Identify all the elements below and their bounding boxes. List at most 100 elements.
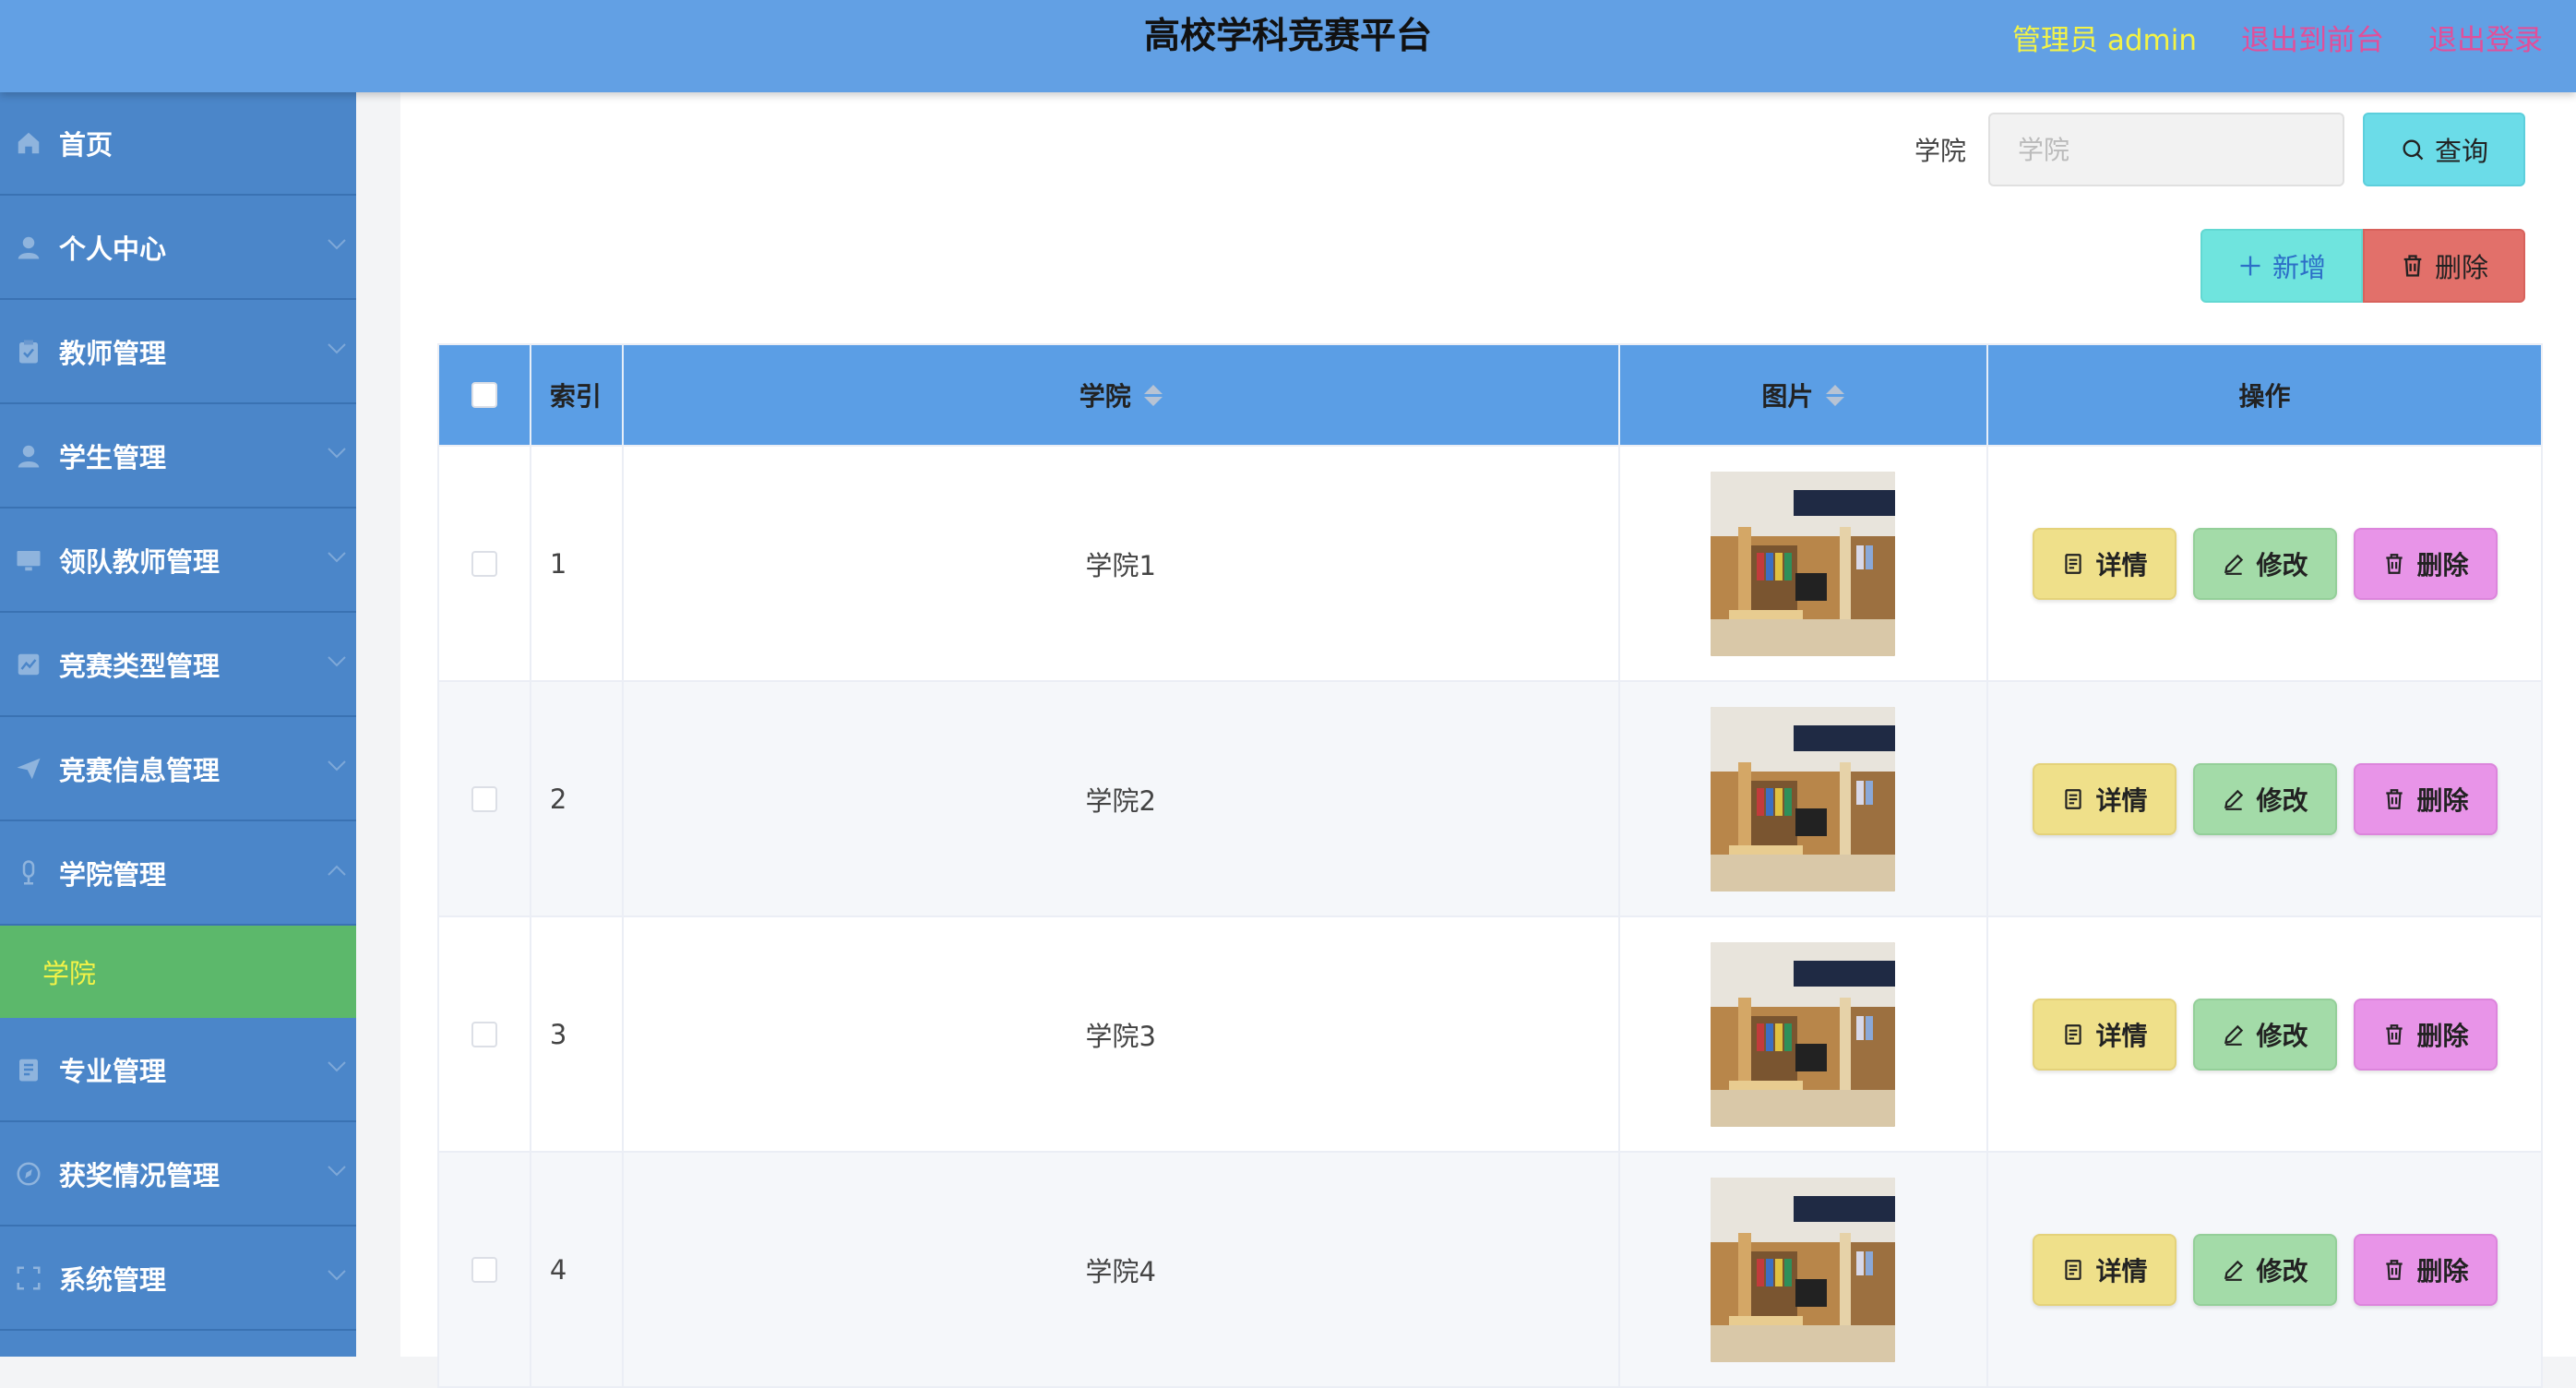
table-row: 3 学院3 详情 修改 删除 <box>439 915 2541 1151</box>
chevron-down-icon <box>328 1269 346 1280</box>
sidebar-item-home[interactable]: 首页 <box>0 92 356 196</box>
detail-button[interactable]: 详情 <box>2032 998 2176 1071</box>
trash-icon <box>2385 1023 2403 1045</box>
chevron-down-icon <box>328 238 346 249</box>
sort-icon[interactable] <box>1143 384 1163 406</box>
detail-button[interactable]: 详情 <box>2032 1233 2176 1306</box>
row-ops: 详情 修改 删除 <box>1988 1153 2541 1386</box>
edit-button[interactable]: 修改 <box>2192 527 2337 600</box>
search-icon <box>2403 139 2424 161</box>
chevron-down-icon <box>328 655 346 666</box>
delete-button[interactable]: 删除 <box>2353 762 2498 835</box>
college-image[interactable] <box>1711 941 1896 1127</box>
sidebar-item-label: 首页 <box>59 129 113 161</box>
row-ops: 详情 修改 删除 <box>1988 447 2541 680</box>
row-college: 学院2 <box>624 682 1620 915</box>
document-icon <box>2064 1023 2081 1045</box>
sidebar-item-label: 教师管理 <box>59 337 167 369</box>
search-label: 学院 <box>1914 136 1966 166</box>
document-icon <box>2064 1259 2081 1280</box>
delete-button[interactable]: 删除 <box>2353 998 2498 1071</box>
delete-button-label: 删除 <box>2416 784 2469 816</box>
detail-button[interactable]: 详情 <box>2032 762 2176 835</box>
sidebar-item-label: 学生管理 <box>59 441 167 473</box>
sidebar-item-system[interactable]: 系统管理 <box>0 1226 356 1331</box>
detail-button-label: 详情 <box>2095 549 2148 580</box>
row-index: 1 <box>531 447 624 680</box>
table-header: 索引 学院 图片 操作 <box>439 345 2541 445</box>
sidebar-item-colleges[interactable]: 学院管理 <box>0 821 356 926</box>
edit-button[interactable]: 修改 <box>2192 762 2337 835</box>
row-index: 3 <box>531 917 624 1151</box>
edit-button[interactable]: 修改 <box>2192 998 2337 1071</box>
edit-button-label: 修改 <box>2256 1020 2308 1051</box>
pencil-icon <box>2224 1260 2243 1281</box>
sidebar-item-label: 专业管理 <box>59 1055 167 1087</box>
college-image[interactable] <box>1711 1177 1896 1362</box>
sidebar-item-personal[interactable]: 个人中心 <box>0 196 356 300</box>
delete-button-label: 删除 <box>2416 549 2469 580</box>
detail-button[interactable]: 详情 <box>2032 527 2176 600</box>
sidebar-item-teachers[interactable]: 教师管理 <box>0 300 356 404</box>
sidebar-subitem-college[interactable]: 学院 <box>0 926 356 1018</box>
header-image[interactable]: 图片 <box>1620 345 1989 445</box>
row-checkbox[interactable] <box>471 550 497 577</box>
search-bar: 学院 查询 <box>1914 113 2525 186</box>
pencil-icon <box>2224 1024 2243 1046</box>
sort-icon[interactable] <box>1826 384 1845 406</box>
row-index: 2 <box>531 682 624 915</box>
chevron-down-icon <box>328 760 346 771</box>
sidebar-item-competition-types[interactable]: 竞赛类型管理 <box>0 613 356 717</box>
pencil-icon <box>2224 554 2243 575</box>
sidebar-item-competition-info[interactable]: 竞赛信息管理 <box>0 717 356 821</box>
home-icon <box>15 129 42 157</box>
trash-icon <box>2385 553 2403 574</box>
header-college-label: 学院 <box>1079 381 1131 412</box>
sidebar-item-majors[interactable]: 专业管理 <box>0 1018 356 1122</box>
header-college[interactable]: 学院 <box>624 345 1620 445</box>
sidebar-item-label: 学院管理 <box>59 858 167 891</box>
detail-button-label: 详情 <box>2095 1020 2148 1051</box>
row-checkbox-cell <box>439 917 531 1151</box>
table-row: 2 学院2 详情 修改 删除 <box>439 680 2541 915</box>
admin-label: 管理员 admin <box>2012 23 2197 57</box>
detail-button-label: 详情 <box>2095 1255 2148 1286</box>
college-image[interactable] <box>1711 471 1896 656</box>
batch-delete-button[interactable]: 删除 <box>2363 229 2525 303</box>
logout-link[interactable]: 退出登录 <box>2428 17 2543 58</box>
edit-button-label: 修改 <box>2256 1255 2308 1286</box>
college-search-input[interactable] <box>1988 113 2344 186</box>
batch-delete-button-label: 删除 <box>2434 252 2488 283</box>
row-image-cell <box>1620 447 1989 680</box>
edit-button[interactable]: 修改 <box>2192 1233 2337 1306</box>
select-all-checkbox[interactable] <box>471 382 497 408</box>
college-image[interactable] <box>1711 706 1896 891</box>
row-checkbox[interactable] <box>471 1256 497 1283</box>
add-button[interactable]: 新增 <box>2200 229 2363 303</box>
sidebar-item-awards[interactable]: 获奖情况管理 <box>0 1122 356 1226</box>
row-checkbox[interactable] <box>471 785 497 812</box>
row-index: 4 <box>531 1153 624 1386</box>
header-checkbox-cell <box>439 345 531 445</box>
edit-button-label: 修改 <box>2256 784 2308 816</box>
pencil-icon <box>2224 789 2243 810</box>
detail-button-label: 详情 <box>2095 784 2148 816</box>
plus-icon <box>2240 256 2260 276</box>
sidebar-item-label: 获奖情况管理 <box>59 1159 221 1191</box>
query-button[interactable]: 查询 <box>2363 113 2525 186</box>
trash-icon <box>2385 788 2403 809</box>
main-content: 学院 查询 新增 删除 索引 学院 图片 <box>400 92 2576 1388</box>
row-ops: 详情 修改 删除 <box>1988 682 2541 915</box>
sidebar-item-students[interactable]: 学生管理 <box>0 404 356 509</box>
delete-button-label: 删除 <box>2416 1255 2469 1286</box>
user-icon <box>15 442 42 470</box>
delete-button-label: 删除 <box>2416 1020 2469 1051</box>
exit-to-front-link[interactable]: 退出到前台 <box>2241 17 2384 58</box>
delete-button[interactable]: 删除 <box>2353 527 2498 600</box>
sidebar-item-team-leaders[interactable]: 领队教师管理 <box>0 509 356 613</box>
header-image-label: 图片 <box>1761 381 1814 412</box>
row-checkbox[interactable] <box>471 1021 497 1047</box>
sidebar-item-label: 竞赛信息管理 <box>59 754 221 786</box>
chevron-down-icon <box>328 1060 346 1071</box>
delete-button[interactable]: 删除 <box>2353 1233 2498 1306</box>
